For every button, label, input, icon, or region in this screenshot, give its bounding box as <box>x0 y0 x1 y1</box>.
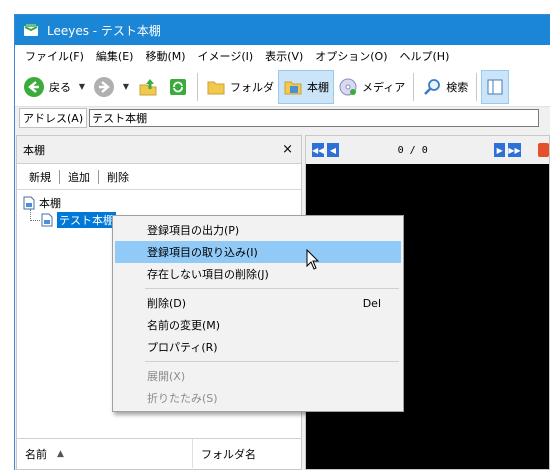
media-disc-icon <box>339 78 357 95</box>
menu-export-items[interactable]: 登録項目の出力(P) <box>115 219 401 241</box>
menu-item-label: 折りたたみ(S) <box>147 392 218 405</box>
column-label: フォルダ名 <box>201 447 256 461</box>
sort-ascending-icon: ▲ <box>57 448 64 459</box>
action-separator <box>98 169 99 184</box>
up-folder-button[interactable] <box>133 70 163 104</box>
page-counter: 0 / 0 <box>397 144 428 156</box>
toolbar-separator <box>413 72 415 101</box>
forward-button[interactable] <box>89 70 119 104</box>
bookshelf-node-icon <box>23 196 35 209</box>
back-dropdown-icon[interactable]: ▼ <box>75 82 89 91</box>
title-bar: Leeyes - テスト本棚 <box>15 15 550 45</box>
tree-connector <box>30 209 40 221</box>
folder-button[interactable]: フォルダ <box>202 70 278 104</box>
slideshow-timer-icon[interactable] <box>537 143 550 157</box>
media-button[interactable]: メディア <box>334 70 409 104</box>
bookshelf-label: 本棚 <box>307 80 329 94</box>
search-label: 検索 <box>446 80 469 94</box>
mouse-cursor-icon <box>306 249 320 270</box>
menu-edit[interactable]: 編集(E) <box>90 48 140 64</box>
folder-label: フォルダ <box>230 80 274 94</box>
add-button[interactable]: 追加 <box>62 169 96 185</box>
list-header: 名前 ▲ フォルダ名 <box>17 438 301 468</box>
address-label: アドレス(A) <box>19 108 88 128</box>
menu-expand[interactable]: 展開(X) <box>115 365 401 387</box>
viewer-toolbar: ◀◀ ◀ 0 / 0 ▶ ▶▶ <box>306 136 550 164</box>
menu-move[interactable]: 移動(M) <box>139 48 191 64</box>
back-arrow-icon <box>24 76 44 97</box>
menu-bar: ファイル(F) 編集(E) 移動(M) イメージ(I) 表示(V) オプション(… <box>15 45 550 67</box>
menu-rename[interactable]: 名前の変更(M) <box>115 314 401 336</box>
next-page-icon[interactable]: ▶ <box>494 143 506 157</box>
close-icon[interactable]: × <box>282 142 293 157</box>
toolbar: 戻る ▼ ▼ フォルダ 本棚 メディア 検索 <box>15 67 550 107</box>
first-page-icon[interactable]: ◀◀ <box>312 143 325 157</box>
menu-help[interactable]: ヘルプ(H) <box>394 48 456 64</box>
layout-button[interactable] <box>481 69 510 104</box>
toolbar-separator <box>476 72 478 101</box>
tree-node-label: 本棚 <box>39 196 61 210</box>
menu-item-label: 登録項目の出力(P) <box>147 224 240 237</box>
refresh-button[interactable] <box>163 70 193 104</box>
menu-shortcut: Del <box>362 296 381 310</box>
tree-node-root[interactable]: 本棚 <box>23 194 295 211</box>
action-separator <box>59 169 60 184</box>
prev-page-icon[interactable]: ◀ <box>327 143 339 157</box>
forward-dropdown-icon[interactable]: ▼ <box>119 82 133 91</box>
address-input[interactable] <box>89 109 540 127</box>
menu-delete[interactable]: 削除(D) Del <box>115 292 401 314</box>
layout-icon <box>487 79 503 94</box>
bookshelf-icon <box>284 81 302 94</box>
search-icon <box>424 78 441 95</box>
menu-collapse[interactable]: 折りたたみ(S) <box>115 387 401 409</box>
menu-item-label: 削除(D) <box>147 297 187 310</box>
menu-properties[interactable]: プロパティ(R) <box>115 336 401 358</box>
menu-options[interactable]: オプション(O) <box>309 48 393 64</box>
up-folder-icon <box>139 78 157 95</box>
media-label: メディア <box>362 80 406 94</box>
context-menu: 登録項目の出力(P) 登録項目の取り込み(I) 存在しない項目の削除(J) 削除… <box>112 215 404 412</box>
bookshelf-button[interactable]: 本棚 <box>278 69 334 104</box>
column-name-header[interactable]: 名前 ▲ <box>17 439 193 468</box>
menu-file[interactable]: ファイル(F) <box>19 48 90 64</box>
menu-separator <box>145 288 399 289</box>
search-button[interactable]: 検索 <box>418 70 472 104</box>
pane-action-bar: 新規 追加 削除 <box>17 164 301 190</box>
new-button[interactable]: 新規 <box>23 169 57 185</box>
menu-import-items[interactable]: 登録項目の取り込み(I) <box>115 241 401 263</box>
last-page-icon[interactable]: ▶▶ <box>508 143 521 157</box>
menu-item-label: 展開(X) <box>147 370 186 383</box>
refresh-icon <box>170 78 186 95</box>
menu-view[interactable]: 表示(V) <box>259 48 309 64</box>
menu-separator <box>145 361 399 362</box>
back-label: 戻る <box>49 80 71 94</box>
delete-button[interactable]: 削除 <box>101 169 135 185</box>
window-title: Leeyes - テスト本棚 <box>47 23 161 38</box>
menu-item-label: 存在しない項目の削除(J) <box>147 268 269 281</box>
back-button[interactable]: 戻る <box>19 70 75 104</box>
folder-icon <box>207 81 225 94</box>
menu-item-label: 名前の変更(M) <box>147 319 221 332</box>
menu-item-label: プロパティ(R) <box>147 341 218 354</box>
pane-header: 本棚 × <box>17 136 301 164</box>
forward-arrow-icon <box>94 76 114 97</box>
address-bar: アドレス(A) <box>15 107 550 129</box>
column-label: 名前 <box>25 447 47 461</box>
menu-remove-missing[interactable]: 存在しない項目の削除(J) <box>115 263 401 285</box>
menu-image[interactable]: イメージ(I) <box>192 48 260 64</box>
tree-node-label: テスト本棚 <box>57 211 116 228</box>
toolbar-separator <box>197 72 198 101</box>
column-folder-header[interactable]: フォルダ名 <box>193 439 256 468</box>
bookshelf-node-icon <box>41 213 53 226</box>
app-logo-icon <box>24 24 38 36</box>
pane-title: 本棚 <box>23 143 45 157</box>
menu-item-label: 登録項目の取り込み(I) <box>147 246 258 259</box>
